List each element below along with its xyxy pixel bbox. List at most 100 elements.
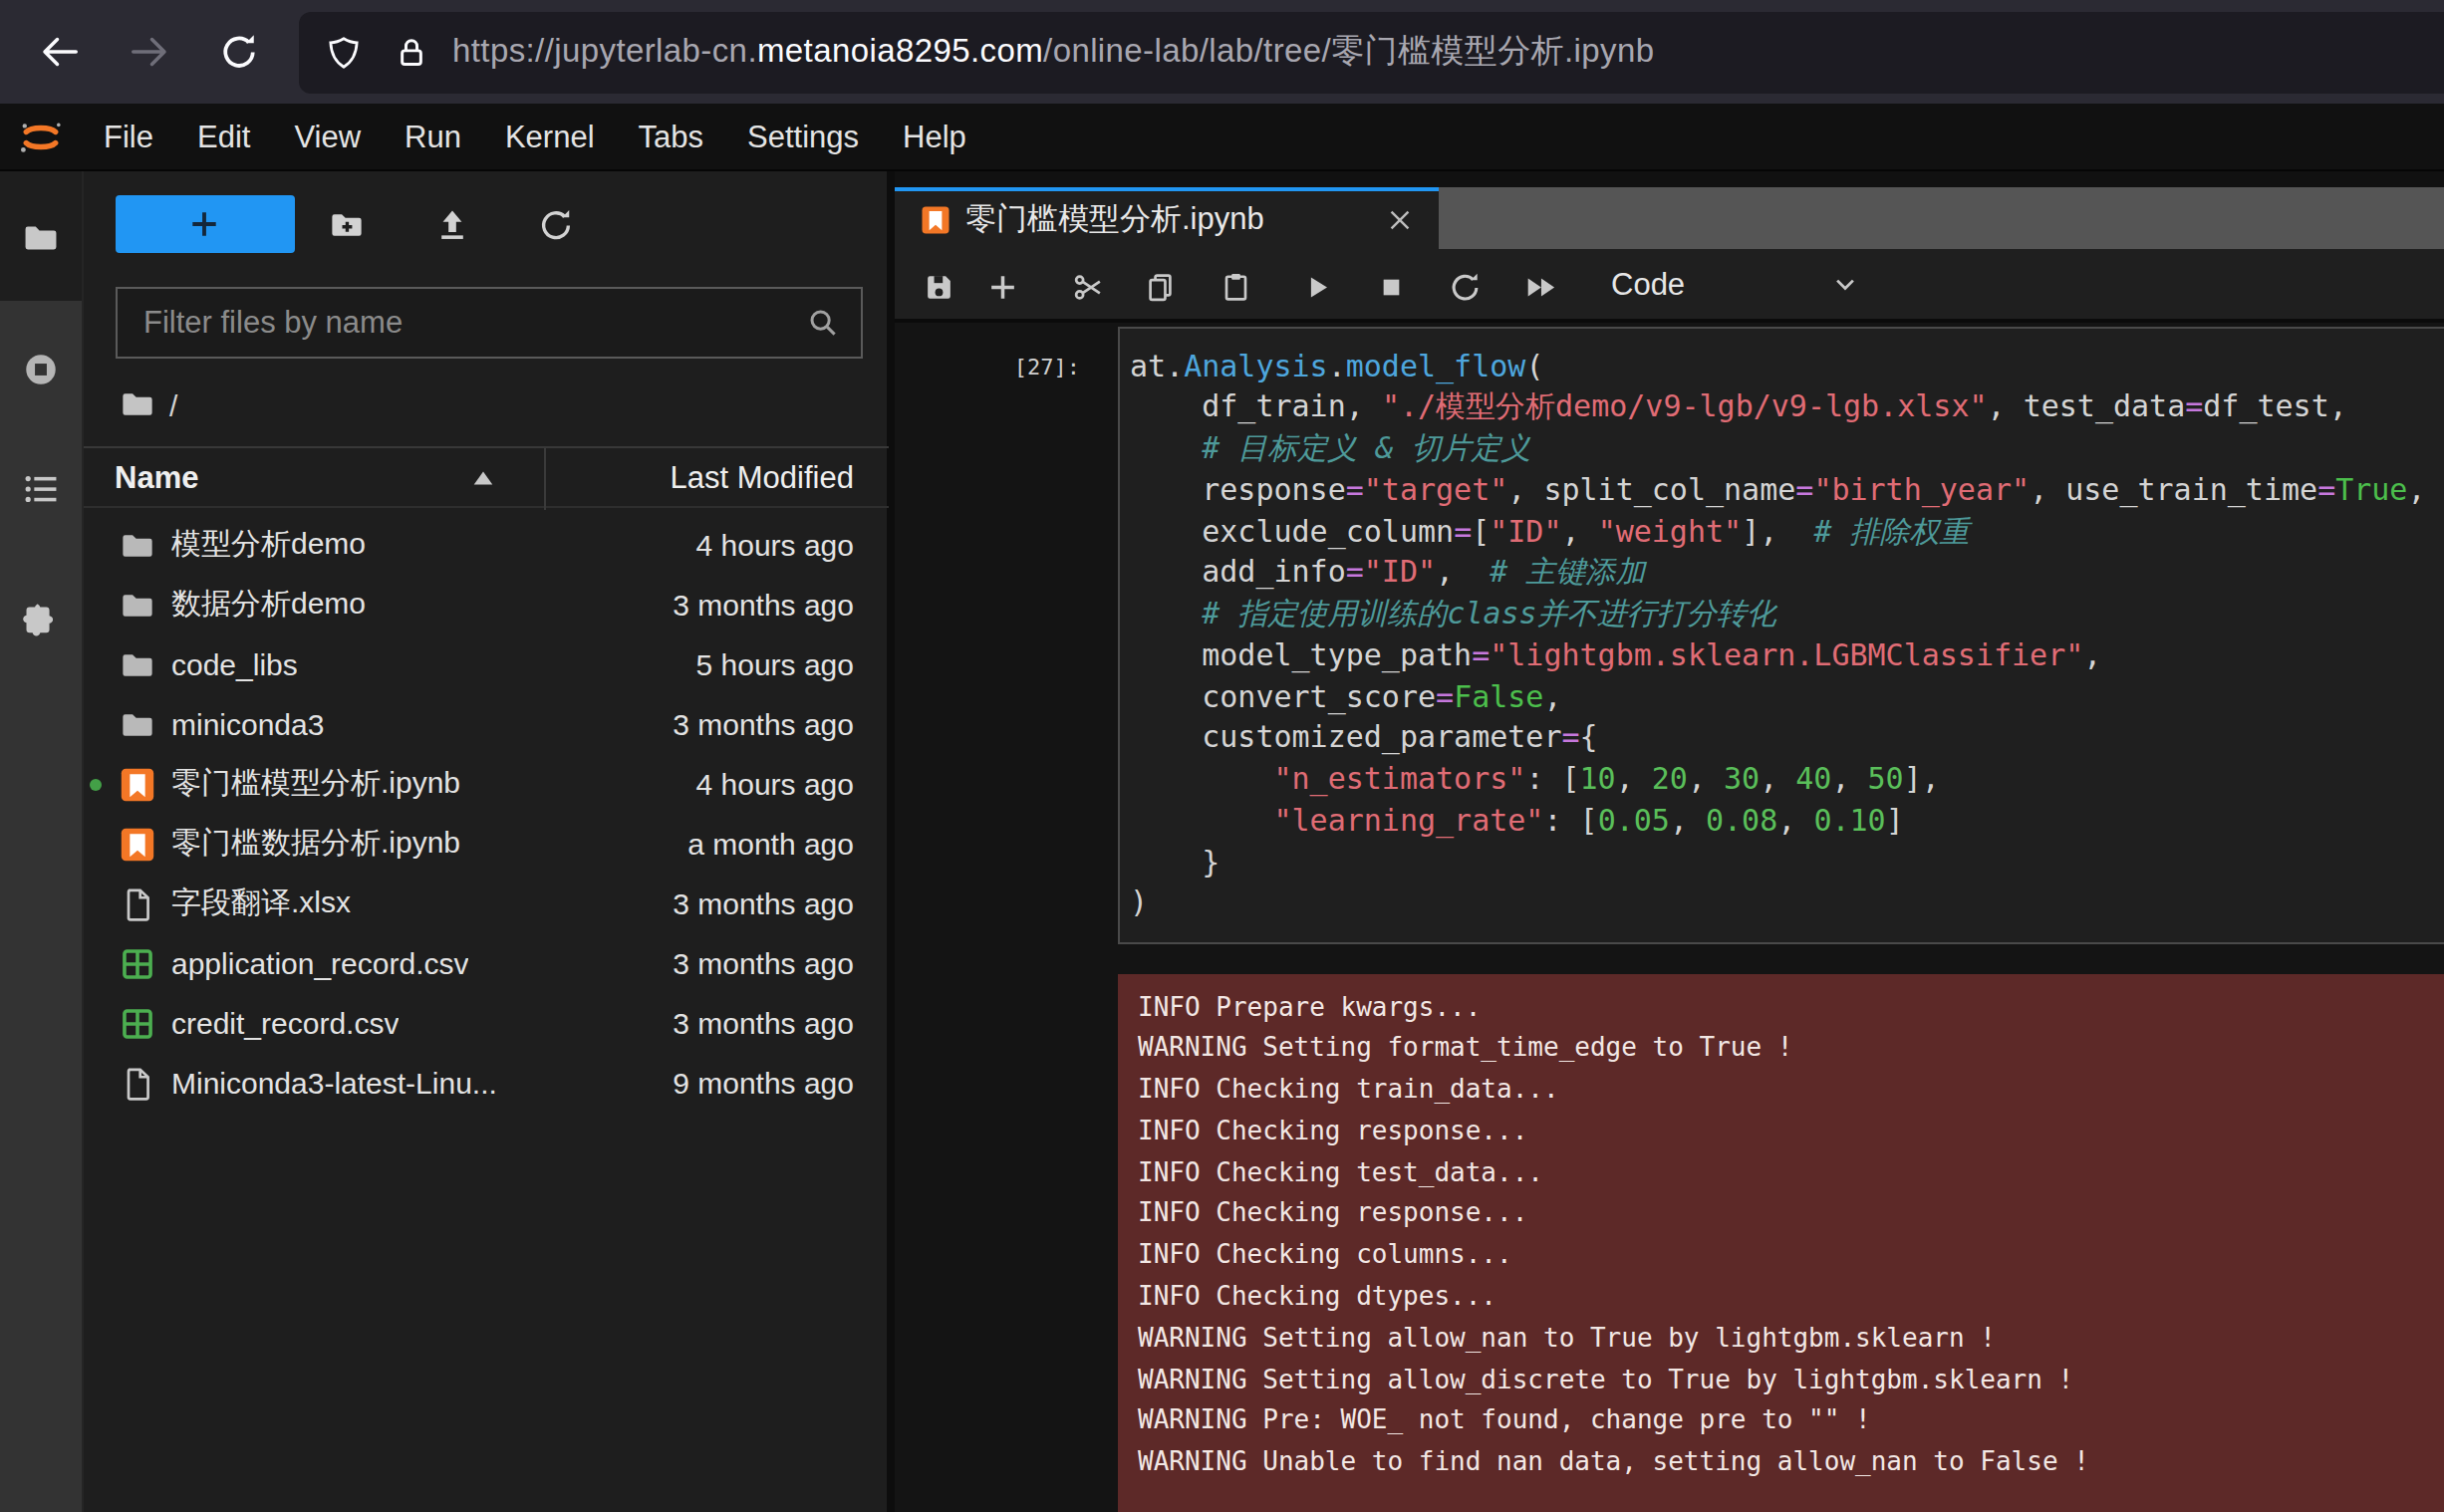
menu-file[interactable]: File (82, 104, 175, 169)
log-line: WARNING Setting format_time_edge to True… (1138, 1029, 2444, 1071)
running-kernels-icon[interactable] (22, 351, 60, 388)
file-row[interactable]: 字段翻译.xlsx3 months ago (84, 874, 889, 933)
log-line: WARNING Setting allow_discrete to True b… (1138, 1360, 2444, 1401)
log-line: INFO Checking dtypes... (1138, 1277, 2444, 1319)
sort-ascending-icon[interactable] (470, 467, 496, 487)
tab-close-icon[interactable] (1384, 205, 1414, 235)
folder-icon (120, 587, 155, 623)
file-name[interactable]: 零门槛模型分析.ipynb (171, 765, 460, 803)
restart-run-all-icon[interactable] (1524, 270, 1557, 303)
kernel-running-dot (90, 779, 102, 791)
interrupt-kernel-icon[interactable] (1375, 270, 1408, 303)
file-modified: 3 months ago (673, 1006, 854, 1040)
tracking-protection-shield-icon[interactable] (327, 35, 361, 69)
menu-run[interactable]: Run (383, 104, 483, 169)
code-cell[interactable]: [27]: at.Analysis.model_flow( df_train, … (894, 327, 2444, 943)
file-row[interactable]: 零门槛模型分析.ipynb 4 hours ago (84, 754, 889, 814)
restart-kernel-icon[interactable] (1449, 270, 1482, 303)
new-folder-icon[interactable] (328, 206, 364, 242)
code-line: df_train, "./模型分析demo/v9-lgb/v9-lgb.xlsx… (1130, 387, 2444, 429)
file-name[interactable]: 字段翻译.xlsx (171, 884, 351, 922)
file-row[interactable]: miniconda33 months ago (84, 694, 889, 754)
tab-title: 零门槛模型分析.ipynb (965, 199, 1264, 241)
code-line: exclude_column=["ID", "weight"], # 排除权重 (1130, 511, 2444, 553)
notebook-tab[interactable]: 零门槛模型分析.ipynb (894, 187, 1438, 249)
code-line: convert_score=False, (1130, 676, 2444, 718)
file-row[interactable]: Miniconda3-latest-Linu...9 months ago (84, 1053, 889, 1113)
file-row[interactable]: application_record.csv 3 months ago (84, 933, 889, 993)
breadcrumb[interactable]: / (120, 386, 177, 422)
file-name[interactable]: 数据分析demo (171, 586, 366, 624)
tab-bar-empty (1438, 187, 2444, 249)
menu-view[interactable]: View (272, 104, 383, 169)
paste-cells-icon[interactable] (1219, 270, 1251, 303)
save-icon[interactable] (922, 270, 954, 303)
code-line: ) (1130, 883, 2444, 925)
menubar-items: FileEditViewRunKernelTabsSettingsHelp (82, 104, 988, 169)
refresh-file-list-icon[interactable] (538, 206, 574, 242)
browser-forward-button[interactable] (130, 32, 169, 72)
file-name[interactable]: Miniconda3-latest-Linu... (171, 1066, 497, 1100)
filter-placeholder: Filter files by name (118, 305, 807, 341)
search-icon (807, 307, 839, 339)
column-header-modified[interactable]: Last Modified (671, 459, 854, 495)
file-row[interactable]: 零门槛数据分析.ipynb a month ago (84, 814, 889, 874)
code-line: at.Analysis.model_flow( (1130, 346, 2444, 387)
menu-help[interactable]: Help (881, 104, 988, 169)
log-line: INFO Checking response... (1138, 1112, 2444, 1153)
browser-address-bar[interactable]: https://jupyterlab-cn.metanoia8295.com/o… (299, 11, 2444, 93)
menu-settings[interactable]: Settings (725, 104, 881, 169)
code-line: # 指定使用训练的class并不进行打分转化 (1130, 594, 2444, 635)
file-modified: 3 months ago (673, 946, 854, 980)
breadcrumb-root[interactable]: / (169, 387, 177, 421)
file-modified: a month ago (687, 827, 854, 861)
file-modified: 4 hours ago (696, 767, 854, 801)
file-name[interactable]: code_libs (171, 647, 298, 681)
cell-type-value: Code (1611, 266, 1685, 302)
cell-type-dropdown[interactable]: Code (1611, 249, 1685, 319)
folder-icon (120, 646, 155, 682)
file-browser-panel: Filter files by name / Name Last Modifie… (82, 171, 887, 1512)
filter-files-input[interactable]: Filter files by name (116, 287, 863, 359)
menu-edit[interactable]: Edit (175, 104, 272, 169)
new-launcher-button[interactable] (115, 194, 294, 252)
cut-cells-icon[interactable] (1071, 270, 1104, 303)
file-row[interactable]: credit_record.csv 3 months ago (84, 993, 889, 1053)
url-text: https://jupyterlab-cn.metanoia8295.com/o… (452, 30, 1654, 74)
file-name[interactable]: miniconda3 (171, 707, 324, 741)
file-row[interactable]: 数据分析demo3 months ago (84, 575, 889, 634)
log-line: WARNING Pre: WOE_ not found, change pre … (1138, 1401, 2444, 1443)
run-cell-icon[interactable] (1300, 270, 1333, 303)
insert-cell-icon[interactable] (985, 270, 1018, 303)
file-row[interactable]: 模型分析demo4 hours ago (84, 515, 889, 575)
code-line: customized_parameter={ (1130, 718, 2444, 760)
jupyterlab-menubar: FileEditViewRunKernelTabsSettingsHelp (0, 104, 2444, 171)
column-header-name[interactable]: Name (115, 459, 198, 495)
csv-icon (120, 945, 155, 981)
tab-bar: 零门槛模型分析.ipynb (894, 171, 2444, 249)
file-name[interactable]: 模型分析demo (171, 526, 366, 564)
main-dock: 零门槛模型分析.ipynb (894, 171, 2444, 1512)
cell-editor[interactable]: at.Analysis.model_flow( df_train, "./模型分… (1118, 327, 2444, 943)
lock-icon[interactable] (395, 35, 428, 69)
file-browser-icon[interactable] (22, 219, 60, 257)
browser-reload-button[interactable] (219, 32, 259, 72)
copy-cells-icon[interactable] (1144, 270, 1177, 303)
code-line: "n_estimators": [10, 20, 30, 40, 50], (1130, 759, 2444, 801)
code-line: } (1130, 842, 2444, 883)
upload-icon[interactable] (434, 206, 470, 242)
file-name[interactable]: application_record.csv (171, 946, 469, 980)
table-of-contents-icon[interactable] (22, 470, 60, 508)
file-name[interactable]: 零门槛数据分析.ipynb (171, 825, 460, 863)
notebook-area: [27]: at.Analysis.model_flow( df_train, … (894, 323, 2444, 1512)
file-name[interactable]: credit_record.csv (171, 1006, 399, 1040)
browser-back-button[interactable] (40, 32, 80, 72)
log-line: INFO Checking columns... (1138, 1236, 2444, 1278)
jupyter-logo (18, 120, 64, 155)
menu-kernel[interactable]: Kernel (483, 104, 617, 169)
home-folder-icon[interactable] (120, 386, 155, 422)
log-line: INFO Prepare kwargs... (1138, 987, 2444, 1029)
extension-manager-icon[interactable] (22, 600, 60, 637)
file-row[interactable]: code_libs5 hours ago (84, 634, 889, 694)
menu-tabs[interactable]: Tabs (617, 104, 726, 169)
